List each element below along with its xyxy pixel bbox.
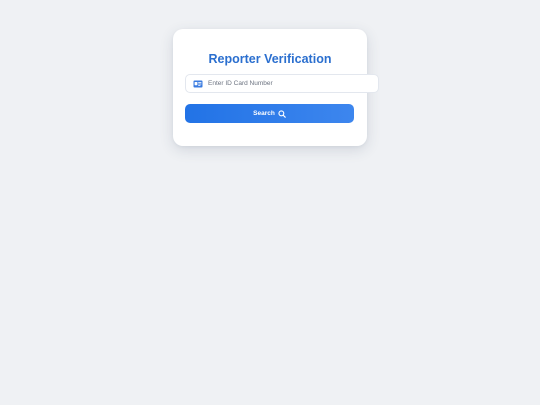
- search-button[interactable]: Search: [185, 104, 354, 123]
- id-card-icon: [191, 78, 205, 90]
- search-button-label: Search: [253, 110, 275, 117]
- page-title: Reporter Verification: [208, 52, 332, 66]
- search-icon: [278, 109, 286, 118]
- id-card-input[interactable]: [208, 80, 368, 87]
- id-card-field[interactable]: [185, 74, 379, 93]
